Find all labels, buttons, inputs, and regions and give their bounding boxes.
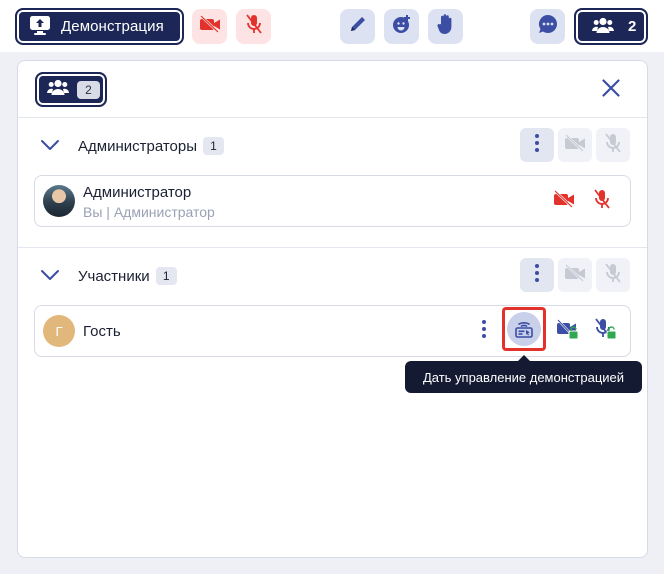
emoji-plus-icon — [391, 13, 413, 40]
participants-count: 2 — [628, 18, 637, 35]
group-name: Администраторы — [78, 137, 198, 155]
divider — [18, 117, 647, 118]
demonstration-label: Демонстрация — [61, 18, 164, 35]
group-title: Администраторы 1 — [78, 137, 225, 155]
give-demo-control-button[interactable] — [502, 307, 546, 351]
group-count-badge: 1 — [155, 267, 177, 285]
collapse-participants-button[interactable] — [40, 268, 60, 284]
demonstration-button[interactable]: Демонстрация — [15, 8, 184, 45]
group-title: Участники 1 — [78, 267, 177, 285]
group-count-badge: 1 — [203, 137, 225, 155]
top-toolbar: Демонстрация 2 — [0, 0, 664, 52]
group-menu-button[interactable] — [520, 258, 554, 292]
camera-off-icon — [564, 263, 586, 287]
group-camera-button[interactable] — [558, 258, 592, 292]
mic-off-icon — [603, 262, 623, 289]
group-mic-button[interactable] — [596, 128, 630, 162]
draw-button[interactable] — [340, 9, 375, 44]
raise-hand-button[interactable] — [428, 9, 463, 44]
mic-off-icon — [592, 188, 612, 215]
camera-off-icon — [199, 15, 221, 38]
participant-menu-button[interactable] — [467, 314, 501, 348]
collapse-administrators-button[interactable] — [40, 138, 60, 154]
camera-permission-icon — [556, 318, 580, 345]
pencil-icon — [348, 14, 368, 39]
camera-off-icon — [553, 189, 575, 213]
close-icon — [602, 78, 620, 102]
participant-card-admin: Администратор Вы | Администратор — [34, 175, 631, 227]
microphone-toggle-button[interactable] — [236, 9, 271, 44]
mic-off-icon — [603, 132, 623, 159]
more-vertical-icon — [481, 319, 487, 344]
group-menu-button[interactable] — [520, 128, 554, 162]
group-camera-button[interactable] — [558, 128, 592, 162]
participant-role: Вы | Администратор — [83, 204, 215, 220]
camera-off-icon — [564, 133, 586, 157]
give-control-icon — [507, 312, 541, 346]
chevron-down-icon — [40, 139, 60, 156]
participants-toggle-button[interactable]: 2 — [574, 8, 648, 45]
users-icon — [47, 78, 69, 101]
camera-permission-button[interactable] — [551, 314, 585, 348]
more-vertical-icon — [534, 263, 540, 288]
group-mic-button[interactable] — [596, 258, 630, 292]
mic-off-icon — [244, 13, 264, 40]
reaction-button[interactable] — [384, 9, 419, 44]
participants-tab[interactable]: 2 — [35, 72, 107, 107]
chat-button[interactable] — [530, 9, 565, 44]
participants-panel: 2 Администраторы 1 Администратор Вы | Ад… — [17, 60, 648, 558]
close-panel-button[interactable] — [598, 77, 624, 103]
participants-tab-count: 2 — [77, 80, 100, 99]
group-name: Участники — [78, 267, 150, 285]
users-icon — [592, 16, 614, 38]
avatar: Г — [43, 315, 75, 347]
divider — [18, 247, 647, 248]
more-vertical-icon — [534, 133, 540, 158]
participant-name: Гость — [83, 323, 121, 340]
group-administrators-header: Администраторы 1 — [18, 126, 647, 166]
participant-camera-button[interactable] — [547, 184, 581, 218]
participant-mic-button[interactable] — [585, 184, 619, 218]
chat-icon — [537, 13, 559, 40]
chevron-down-icon — [40, 269, 60, 286]
mic-permission-button[interactable] — [589, 314, 623, 348]
avatar — [43, 185, 75, 217]
give-control-tooltip: Дать управление демонстрацией — [405, 355, 642, 393]
raise-hand-icon — [436, 13, 456, 40]
group-participants-header: Участники 1 — [18, 256, 647, 296]
camera-toggle-button[interactable] — [192, 9, 227, 44]
screen-share-icon — [29, 15, 51, 39]
participant-card-guest: Г Гость — [34, 305, 631, 357]
participant-name: Администратор — [83, 184, 192, 201]
mic-permission-icon — [594, 317, 618, 345]
